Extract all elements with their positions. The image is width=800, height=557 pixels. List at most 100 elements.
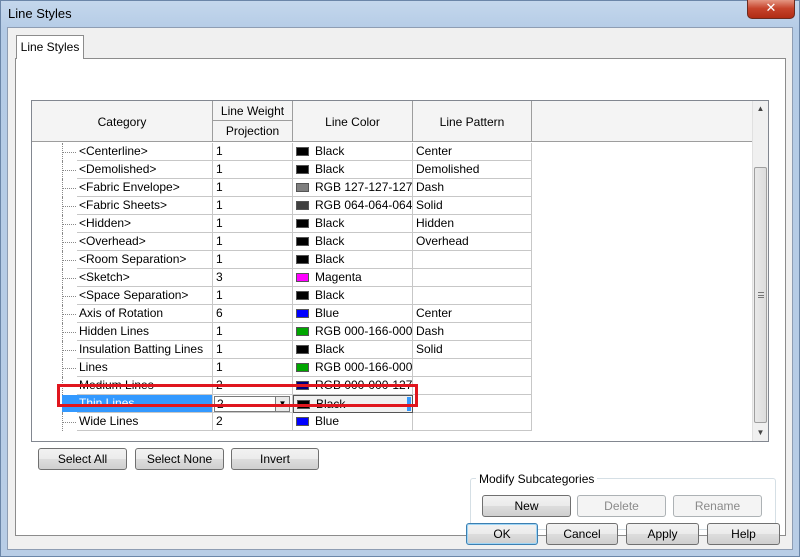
line-color-cell[interactable]: Black (293, 251, 413, 269)
color-swatch (296, 237, 309, 246)
line-color-cell[interactable]: Black (293, 215, 413, 233)
rename-button[interactable]: Rename (673, 495, 762, 517)
line-pattern-cell[interactable] (413, 251, 532, 269)
line-color-label: Magenta (315, 270, 362, 284)
line-weight-cell[interactable]: 1 (213, 179, 293, 197)
line-pattern-cell[interactable]: Center (413, 305, 532, 323)
select-none-button[interactable]: Select None (135, 448, 224, 470)
line-color-cell[interactable]: RGB 000-166-000 (293, 359, 413, 377)
line-weight-cell[interactable]: 1 (213, 251, 293, 269)
table-row[interactable]: <Overhead> 1 Black Overhead (32, 233, 532, 251)
line-pattern-cell[interactable]: Hidden (413, 215, 532, 233)
header-projection[interactable]: Projection (213, 121, 293, 141)
line-weight-cell[interactable]: 1 (213, 143, 293, 161)
color-swatch (296, 345, 309, 354)
line-color-cell[interactable]: Black (293, 287, 413, 305)
table-row[interactable]: <Fabric Sheets> 1 RGB 064-064-064 Solid (32, 197, 532, 215)
line-color-cell[interactable]: Black (293, 161, 413, 179)
line-pattern-cell[interactable] (413, 377, 532, 395)
category-cell[interactable]: <Room Separation> (32, 251, 213, 269)
line-pattern-cell[interactable]: Dash (413, 323, 532, 341)
line-color-cell[interactable]: Blue (293, 413, 413, 431)
table-row[interactable]: Hidden Lines 1 RGB 000-166-000 Dash (32, 323, 532, 341)
line-pattern-cell[interactable] (413, 359, 532, 377)
line-pattern-cell[interactable]: Demolished (413, 161, 532, 179)
delete-button[interactable]: Delete (577, 495, 666, 517)
line-weight-cell[interactable]: 1 (213, 197, 293, 215)
line-pattern-cell[interactable]: Overhead (413, 233, 532, 251)
line-weight-cell[interactable]: 2 (213, 413, 293, 431)
scroll-down-icon[interactable]: ▼ (753, 425, 768, 441)
category-cell[interactable]: <Hidden> (32, 215, 213, 233)
help-button[interactable]: Help (707, 523, 780, 545)
table-row[interactable]: <Demolished> 1 Black Demolished (32, 161, 532, 179)
tab-line-styles[interactable]: Line Styles (16, 35, 84, 59)
line-pattern-cell[interactable]: Dash (413, 179, 532, 197)
apply-button[interactable]: Apply (626, 523, 699, 545)
table-row[interactable]: Lines 1 RGB 000-166-000 (32, 359, 532, 377)
scroll-up-icon[interactable]: ▲ (753, 101, 768, 117)
category-cell[interactable]: <Fabric Envelope> (32, 179, 213, 197)
table-row[interactable]: <Room Separation> 1 Black (32, 251, 532, 269)
line-color-cell[interactable]: Magenta (293, 269, 413, 287)
line-pattern-cell[interactable] (413, 287, 532, 305)
table-row[interactable]: <Hidden> 1 Black Hidden (32, 215, 532, 233)
category-cell[interactable]: <Space Separation> (32, 287, 213, 305)
category-cell[interactable]: Axis of Rotation (32, 305, 213, 323)
table-row[interactable]: <Space Separation> 1 Black (32, 287, 532, 305)
line-color-cell[interactable]: Black (293, 143, 413, 161)
table-row[interactable]: <Fabric Envelope> 1 RGB 127-127-127 Dash (32, 179, 532, 197)
vertical-scrollbar[interactable]: ▲ ▼ (752, 101, 768, 441)
table-row[interactable]: <Sketch> 3 Magenta (32, 269, 532, 287)
line-pattern-cell[interactable] (413, 413, 532, 431)
table-row[interactable]: Insulation Batting Lines 1 Black Solid (32, 341, 532, 359)
line-weight-cell[interactable]: 1 (213, 341, 293, 359)
select-all-button[interactable]: Select All (38, 448, 127, 470)
header-line-weight[interactable]: Line Weight (213, 101, 293, 121)
line-color-cell[interactable]: RGB 064-064-064 (293, 197, 413, 215)
line-pattern-cell[interactable]: Solid (413, 341, 532, 359)
line-color-cell[interactable]: RGB 000-166-000 (293, 323, 413, 341)
line-pattern-cell[interactable] (413, 395, 532, 413)
category-cell[interactable]: <Sketch> (32, 269, 213, 287)
line-weight-cell[interactable]: 3 (213, 269, 293, 287)
category-cell[interactable]: <Overhead> (32, 233, 213, 251)
invert-button[interactable]: Invert (231, 448, 319, 470)
table-row[interactable]: Axis of Rotation 6 Blue Center (32, 305, 532, 323)
category-label: Insulation Batting Lines (79, 342, 204, 356)
category-cell[interactable]: Insulation Batting Lines (32, 341, 213, 359)
category-label: Wide Lines (79, 414, 139, 428)
line-weight-cell[interactable]: 1 (213, 161, 293, 179)
line-weight-cell[interactable]: 1 (213, 287, 293, 305)
category-cell[interactable]: Wide Lines (32, 413, 213, 431)
ok-button[interactable]: OK (466, 523, 538, 545)
cancel-button[interactable]: Cancel (546, 523, 618, 545)
close-button[interactable]: ✕ (747, 0, 795, 19)
table-row[interactable]: Wide Lines 2 Blue (32, 413, 532, 431)
category-cell[interactable]: Lines (32, 359, 213, 377)
line-color-cell[interactable]: Black (293, 233, 413, 251)
new-button[interactable]: New (482, 495, 571, 517)
header-line-color[interactable]: Line Color (293, 101, 413, 142)
scroll-thumb[interactable] (754, 167, 767, 423)
line-pattern-cell[interactable]: Solid (413, 197, 532, 215)
line-color-cell[interactable]: Blue (293, 305, 413, 323)
line-color-cell[interactable]: RGB 127-127-127 (293, 179, 413, 197)
category-cell[interactable]: <Centerline> (32, 143, 213, 161)
table-row[interactable]: <Centerline> 1 Black Center (32, 143, 532, 161)
color-swatch (296, 363, 309, 372)
category-cell[interactable]: <Demolished> (32, 161, 213, 179)
line-weight-cell[interactable]: 1 (213, 233, 293, 251)
line-weight-cell[interactable]: 6 (213, 305, 293, 323)
header-category[interactable]: Category (32, 101, 213, 142)
line-weight-cell[interactable]: 1 (213, 215, 293, 233)
line-pattern-cell[interactable] (413, 269, 532, 287)
line-color-cell[interactable]: Black (293, 341, 413, 359)
line-weight-cell[interactable]: 1 (213, 359, 293, 377)
line-weight-cell[interactable]: 1 (213, 323, 293, 341)
tree-branch (62, 314, 76, 315)
category-cell[interactable]: <Fabric Sheets> (32, 197, 213, 215)
category-cell[interactable]: Hidden Lines (32, 323, 213, 341)
header-line-pattern[interactable]: Line Pattern (413, 101, 532, 142)
line-pattern-cell[interactable]: Center (413, 143, 532, 161)
